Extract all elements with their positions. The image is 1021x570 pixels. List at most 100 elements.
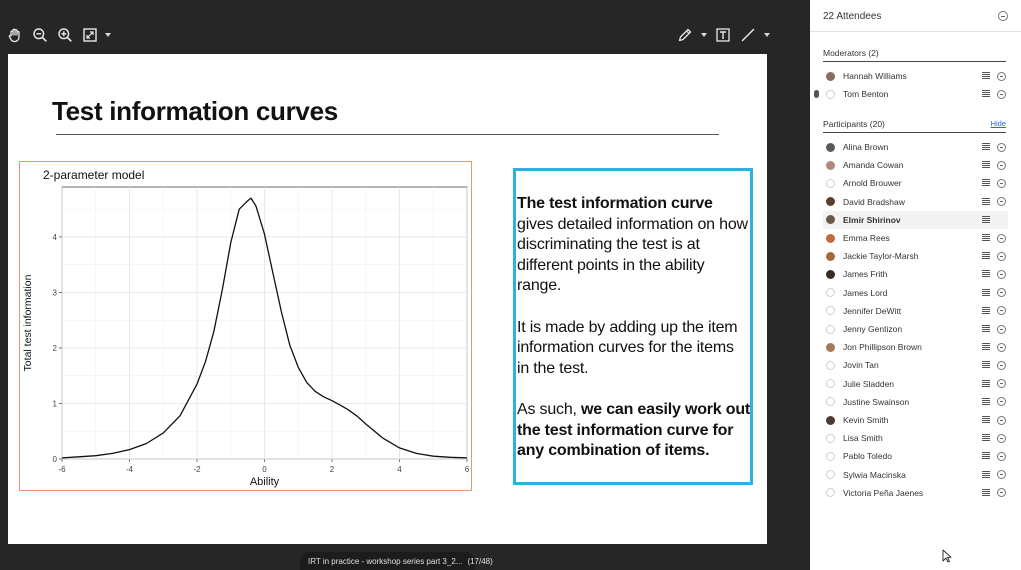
options-menu-icon[interactable] <box>982 470 990 479</box>
remove-attendee-icon[interactable] <box>997 360 1006 370</box>
pen-dropdown-icon[interactable] <box>701 33 707 37</box>
attendee-row[interactable]: Lisa Smith <box>823 429 1008 447</box>
options-menu-icon[interactable] <box>982 488 990 497</box>
remove-attendee-icon[interactable] <box>997 197 1006 207</box>
attendee-name: Jackie Taylor-Marsh <box>843 251 919 262</box>
attendee-row[interactable]: Julie Sladden <box>823 375 1008 393</box>
avatar <box>826 488 835 498</box>
remove-attendee-icon[interactable] <box>997 488 1006 498</box>
remove-attendee-icon[interactable] <box>997 251 1006 261</box>
options-menu-icon[interactable] <box>982 343 990 352</box>
fit-dropdown-icon[interactable] <box>105 33 111 37</box>
attendee-row[interactable]: Jenny Gentizon <box>823 320 1008 338</box>
x-tick-label: 6 <box>465 465 470 474</box>
zoom-out-icon[interactable] <box>31 24 49 46</box>
y-tick-label: 3 <box>53 288 58 297</box>
options-menu-icon[interactable] <box>982 306 990 315</box>
participants-label: Participants (20) <box>823 119 885 129</box>
hide-participants-link[interactable]: Hide <box>991 119 1006 128</box>
attendee-row[interactable]: Amanda Cowan <box>823 156 1008 174</box>
slide-info-pill[interactable]: IRT in practice - workshop series part 3… <box>300 552 493 570</box>
line-icon[interactable] <box>739 24 757 46</box>
attendee-row[interactable]: Alina Brown <box>823 138 1008 156</box>
attendee-row[interactable]: Sylwia Macinska <box>823 466 1008 484</box>
options-menu-icon[interactable] <box>982 379 990 388</box>
avatar <box>826 89 835 99</box>
title-divider <box>56 134 719 135</box>
remove-attendee-icon[interactable] <box>997 415 1006 425</box>
attendee-row[interactable]: Tom Benton <box>814 85 1008 103</box>
remove-attendee-icon[interactable] <box>997 342 1006 352</box>
hand-icon[interactable] <box>6 24 24 46</box>
remove-attendee-icon[interactable] <box>997 306 1006 316</box>
pen-icon[interactable] <box>676 24 694 46</box>
session-title: IRT in practice - workshop series part 3… <box>308 556 463 566</box>
options-menu-icon[interactable] <box>982 361 990 370</box>
attendee-row[interactable]: James Lord <box>823 284 1008 302</box>
remove-attendee-icon[interactable] <box>997 451 1006 461</box>
options-menu-icon[interactable] <box>982 397 990 406</box>
attendee-row[interactable]: James Frith <box>823 265 1008 283</box>
explanation-box: The test information curve gives detaile… <box>513 168 753 485</box>
text-icon[interactable] <box>714 24 732 46</box>
paragraph-3: As such, we can easily work out the test… <box>517 401 751 459</box>
options-menu-icon[interactable] <box>982 215 990 224</box>
line-dropdown-icon[interactable] <box>764 33 770 37</box>
remove-attendee-icon[interactable] <box>997 324 1006 334</box>
options-menu-icon[interactable] <box>982 270 990 279</box>
attendee-count: 22 Attendees <box>823 10 882 22</box>
remove-attendee-icon[interactable] <box>997 379 1006 389</box>
remove-attendee-icon[interactable] <box>997 233 1006 243</box>
paragraph-2: It is made by adding up the item informa… <box>517 318 738 377</box>
attendee-row[interactable]: Emma Rees <box>823 229 1008 247</box>
remove-attendee-icon[interactable] <box>997 160 1006 170</box>
avatar <box>826 251 835 261</box>
presentation-slide: Test information curves -6 -4 -2 0 2 4 6 0 1 2 3 4 2… <box>8 54 767 544</box>
options-menu-icon[interactable] <box>982 90 990 99</box>
remove-attendee-icon[interactable] <box>997 178 1006 188</box>
attendee-row[interactable]: Hannah Williams <box>823 67 1008 85</box>
options-menu-icon[interactable] <box>982 416 990 424</box>
attendee-row[interactable]: Arnold Brouwer <box>823 174 1008 192</box>
avatar <box>826 178 835 188</box>
avatar <box>826 269 835 279</box>
attendee-row[interactable]: Jon Phillipson Brown <box>823 338 1008 356</box>
remove-attendee-icon[interactable] <box>997 269 1006 279</box>
remove-attendee-icon[interactable] <box>997 397 1006 407</box>
remove-attendee-icon[interactable] <box>997 288 1006 298</box>
remove-attendee-icon[interactable] <box>997 470 1006 480</box>
attendee-row[interactable]: Justine Swainson <box>823 393 1008 411</box>
attendee-row[interactable]: Jovin Tan <box>823 356 1008 374</box>
attendee-row[interactable]: Jackie Taylor-Marsh <box>823 247 1008 265</box>
remove-attendee-icon[interactable] <box>997 142 1006 152</box>
options-menu-icon[interactable] <box>982 72 990 80</box>
avatar <box>826 160 835 170</box>
options-menu-icon[interactable] <box>982 434 990 443</box>
options-menu-icon[interactable] <box>982 452 990 461</box>
attendee-row[interactable]: Pablo Toledo <box>823 447 1008 465</box>
options-menu-icon[interactable] <box>982 161 990 170</box>
attendee-row[interactable]: Jennifer DeWitt <box>823 302 1008 320</box>
attendee-row[interactable]: Victoria Peña Jaenes <box>823 484 1008 502</box>
attendee-row[interactable]: Kevin Smith <box>823 411 1008 429</box>
options-menu-icon[interactable] <box>982 325 990 333</box>
options-menu-icon[interactable] <box>982 252 990 261</box>
attendee-row[interactable]: Elmir Shirinov <box>823 210 1008 229</box>
attendee-row[interactable]: David Bradshaw <box>823 193 1008 211</box>
avatar <box>826 397 835 407</box>
fit-icon[interactable] <box>81 24 99 46</box>
attendee-name: Lisa Smith <box>843 433 883 444</box>
slide-counter: (17/48) <box>467 556 493 566</box>
collapse-panel-icon[interactable] <box>998 11 1008 21</box>
remove-attendee-icon[interactable] <box>997 71 1006 81</box>
avatar <box>826 71 835 81</box>
options-menu-icon[interactable] <box>982 143 990 151</box>
options-menu-icon[interactable] <box>982 179 990 188</box>
options-menu-icon[interactable] <box>982 288 990 297</box>
remove-attendee-icon[interactable] <box>997 89 1006 99</box>
options-menu-icon[interactable] <box>982 197 990 206</box>
options-menu-icon[interactable] <box>982 234 990 242</box>
attendee-name: James Lord <box>843 287 888 298</box>
remove-attendee-icon[interactable] <box>997 433 1006 443</box>
zoom-in-icon[interactable] <box>56 24 74 46</box>
